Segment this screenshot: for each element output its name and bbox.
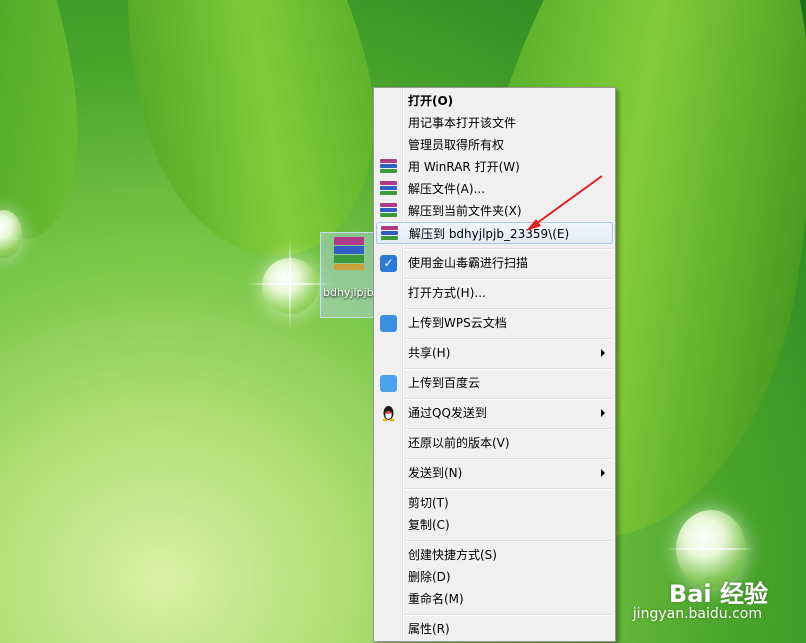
- baidu-jingyan-logo: Bai 经验: [668, 580, 768, 608]
- annotation-arrow: [526, 175, 603, 231]
- watermark-url: jingyan.baidu.com: [632, 606, 762, 622]
